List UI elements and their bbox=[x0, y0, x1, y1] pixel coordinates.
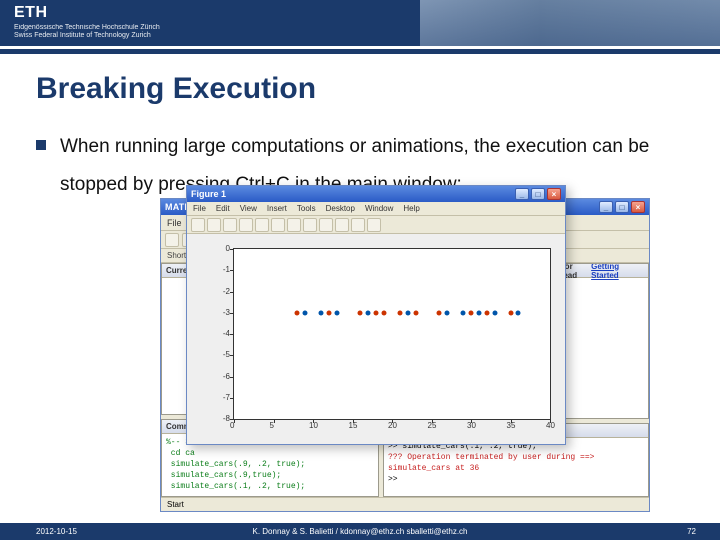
header-bar: ETH Eidgenössische Technische Hochschule… bbox=[0, 0, 720, 46]
cmd-prompt: >> bbox=[388, 474, 644, 485]
axes: 0-1-2-3-4-5-6-7-80510152025303540 bbox=[233, 248, 551, 420]
ytick-label: -8 bbox=[223, 414, 230, 423]
figure-window: Figure 1 _ □ × File Edit View Insert Too… bbox=[186, 185, 566, 445]
eth-subtitle: Eidgenössische Technische Hochschule Zür… bbox=[14, 24, 160, 40]
data-point bbox=[318, 310, 323, 315]
footer: 2012-10-15 K. Donnay & S. Balietti / kdo… bbox=[0, 523, 720, 540]
data-point bbox=[326, 310, 331, 315]
cmd-error: ??? Operation terminated by user during … bbox=[388, 452, 644, 474]
slide-title: Breaking Execution bbox=[36, 72, 720, 106]
ytick-label: -6 bbox=[223, 372, 230, 381]
ytick-label: -1 bbox=[223, 265, 230, 274]
fig-open-icon[interactable] bbox=[207, 218, 221, 232]
data-point bbox=[295, 310, 300, 315]
ytick-label: -3 bbox=[223, 308, 230, 317]
fig-menu-insert[interactable]: Insert bbox=[267, 204, 287, 213]
footer-page: 72 bbox=[687, 527, 696, 536]
data-point bbox=[303, 310, 308, 315]
data-point bbox=[405, 310, 410, 315]
plot-area: 0-1-2-3-4-5-6-7-80510152025303540 bbox=[187, 234, 565, 444]
fig-menu-edit[interactable]: Edit bbox=[216, 204, 230, 213]
fig-close-button[interactable]: × bbox=[547, 188, 561, 200]
bullet-icon bbox=[36, 140, 46, 150]
data-point bbox=[374, 310, 379, 315]
figure-titlebar[interactable]: Figure 1 _ □ × bbox=[187, 186, 565, 202]
eth-sub-line1: Eidgenössische Technische Hochschule Zür… bbox=[14, 24, 160, 32]
figure-menubar[interactable]: File Edit View Insert Tools Desktop Wind… bbox=[187, 202, 565, 216]
ytick-label: -7 bbox=[223, 393, 230, 402]
data-point bbox=[508, 310, 513, 315]
data-point bbox=[366, 310, 371, 315]
data-point bbox=[413, 310, 418, 315]
start-button[interactable]: Start bbox=[167, 500, 184, 509]
data-point bbox=[516, 310, 521, 315]
new-icon[interactable] bbox=[165, 233, 179, 247]
fig-save-icon[interactable] bbox=[223, 218, 237, 232]
ytick-label: -5 bbox=[223, 350, 230, 359]
ytick-label: -4 bbox=[223, 329, 230, 338]
fig-maximize-button[interactable]: □ bbox=[531, 188, 545, 200]
minimize-button[interactable]: _ bbox=[599, 201, 613, 213]
fig-zoomin-icon[interactable] bbox=[271, 218, 285, 232]
data-point bbox=[334, 310, 339, 315]
data-point bbox=[484, 310, 489, 315]
fig-menu-window[interactable]: Window bbox=[365, 204, 393, 213]
fig-print-icon[interactable] bbox=[239, 218, 253, 232]
fig-menu-desktop[interactable]: Desktop bbox=[326, 204, 355, 213]
figure-toolbar bbox=[187, 216, 565, 234]
data-point bbox=[358, 310, 363, 315]
data-point bbox=[382, 310, 387, 315]
eth-logo: ETH bbox=[14, 4, 48, 22]
fig-datacursor-icon[interactable] bbox=[335, 218, 349, 232]
fig-menu-tools[interactable]: Tools bbox=[297, 204, 316, 213]
fig-zoomout-icon[interactable] bbox=[287, 218, 301, 232]
data-point bbox=[445, 310, 450, 315]
data-point bbox=[461, 310, 466, 315]
fig-pan-icon[interactable] bbox=[303, 218, 317, 232]
fig-colorbar-icon[interactable] bbox=[351, 218, 365, 232]
fig-new-icon[interactable] bbox=[191, 218, 205, 232]
header-photo bbox=[420, 0, 720, 46]
fig-arrow-icon[interactable] bbox=[255, 218, 269, 232]
data-point bbox=[397, 310, 402, 315]
news-link-getstarted[interactable]: Getting Started bbox=[591, 263, 644, 280]
matlab-statusbar[interactable]: Start bbox=[161, 497, 649, 511]
data-point bbox=[437, 310, 442, 315]
close-button[interactable]: × bbox=[631, 201, 645, 213]
data-point bbox=[492, 310, 497, 315]
footer-date: 2012-10-15 bbox=[36, 527, 77, 536]
fig-menu-file[interactable]: File bbox=[193, 204, 206, 213]
footer-authors: K. Donnay & S. Balietti / kdonnay@ethz.c… bbox=[252, 527, 467, 536]
fig-minimize-button[interactable]: _ bbox=[515, 188, 529, 200]
fig-menu-view[interactable]: View bbox=[240, 204, 257, 213]
menu-file[interactable]: File bbox=[167, 218, 182, 228]
figure-title: Figure 1 bbox=[191, 189, 513, 199]
ytick-label: -2 bbox=[223, 287, 230, 296]
fig-rotate-icon[interactable] bbox=[319, 218, 333, 232]
fig-menu-help[interactable]: Help bbox=[403, 204, 419, 213]
command-window-content[interactable]: >> simulate_cars(.1, .2, true); ??? Oper… bbox=[384, 438, 648, 488]
eth-sub-line2: Swiss Federal Institute of Technology Zu… bbox=[14, 32, 160, 40]
data-point bbox=[476, 310, 481, 315]
header-divider-blue bbox=[0, 49, 720, 54]
maximize-button[interactable]: □ bbox=[615, 201, 629, 213]
fig-legend-icon[interactable] bbox=[367, 218, 381, 232]
data-point bbox=[469, 310, 474, 315]
